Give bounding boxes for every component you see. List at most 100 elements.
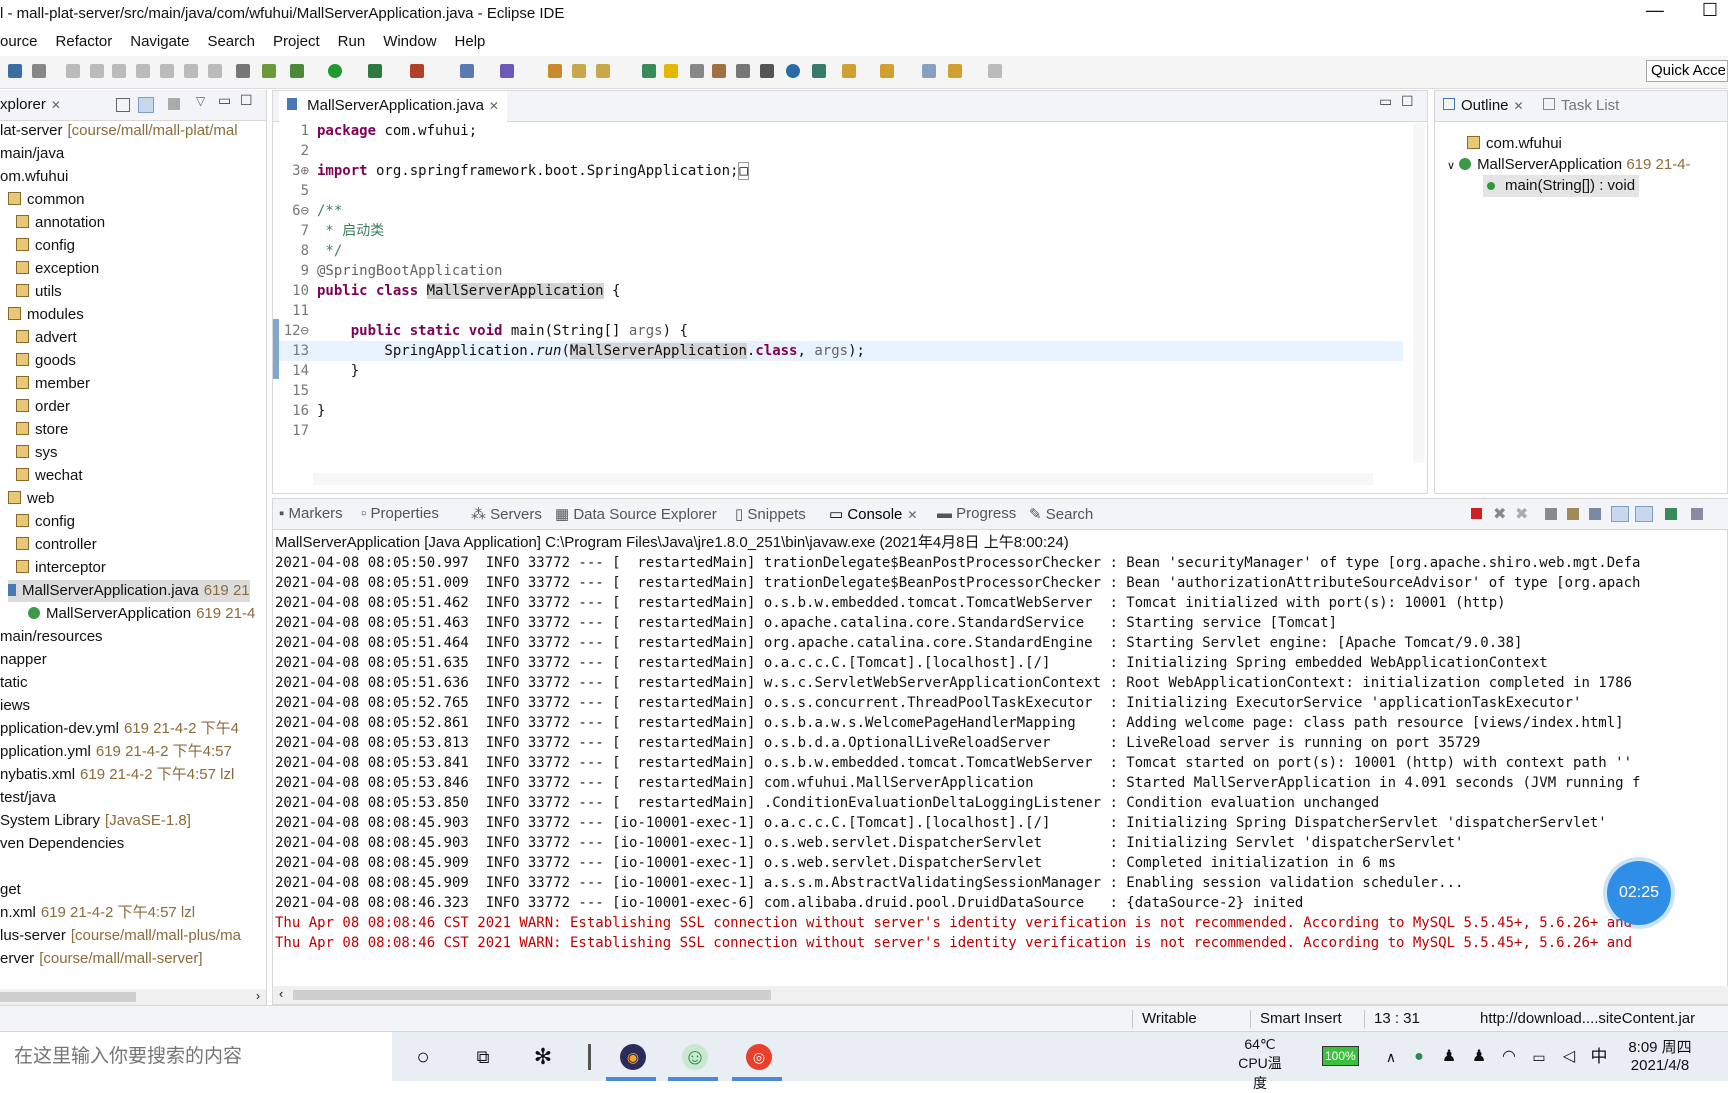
editor-vertical-scrollbar[interactable] bbox=[1413, 123, 1425, 463]
tree-item[interactable]: ven Dependencies bbox=[0, 833, 124, 855]
filter-icon[interactable] bbox=[168, 98, 180, 110]
tree-item[interactable]: store bbox=[16, 419, 68, 441]
new-java-project-icon[interactable] bbox=[460, 64, 474, 78]
minimize-icon[interactable]: ▭ bbox=[218, 92, 231, 109]
tree-item[interactable]: get bbox=[0, 879, 21, 901]
open-folder-icon[interactable] bbox=[572, 64, 586, 78]
step-into-icon[interactable] bbox=[160, 64, 174, 78]
volume-icon[interactable]: ◁ bbox=[1556, 1044, 1582, 1070]
step-return-icon[interactable] bbox=[208, 64, 222, 78]
tree-item[interactable]: goods bbox=[16, 350, 76, 372]
tree-item[interactable]: tatic bbox=[0, 672, 28, 694]
pin-console-icon[interactable] bbox=[1665, 508, 1677, 520]
tree-item[interactable]: modules bbox=[8, 304, 84, 326]
tree-item[interactable]: erver [course/mall/mall-server] bbox=[0, 948, 203, 970]
menu-refactor[interactable]: Refactor bbox=[56, 33, 113, 50]
chat-app-icon[interactable]: ☺ bbox=[682, 1044, 708, 1070]
qq-tray-icon[interactable]: ♟ bbox=[1436, 1044, 1462, 1070]
highlight-icon[interactable] bbox=[664, 64, 678, 78]
tree-item[interactable]: exception bbox=[16, 258, 99, 280]
tree-item[interactable]: common bbox=[8, 189, 85, 211]
battery-icon[interactable]: ▭ bbox=[1526, 1044, 1552, 1070]
word-wrap-icon[interactable] bbox=[1589, 508, 1601, 520]
outline-class[interactable]: ∨ MallServerApplication 619 21-4- bbox=[1447, 154, 1691, 176]
menu-navigate[interactable]: Navigate bbox=[130, 33, 189, 50]
battery-indicator[interactable]: 100% bbox=[1322, 1046, 1359, 1066]
download-status[interactable]: http://download....siteContent.jar bbox=[1480, 1010, 1695, 1027]
tab-data-source-explorer[interactable]: ▦ Data Source Explorer bbox=[555, 505, 717, 523]
cpu-temperature[interactable]: 64℃ CPU温度 bbox=[1232, 1036, 1288, 1093]
input-method-indicator[interactable]: 中 bbox=[1586, 1044, 1612, 1070]
terminate-icon[interactable] bbox=[1471, 508, 1482, 519]
tab-search[interactable]: ✎ Search bbox=[1029, 505, 1093, 523]
show-stdout-icon[interactable] bbox=[1611, 506, 1629, 522]
tree-item[interactable]: MallServerApplication.java 619 21 bbox=[8, 580, 250, 602]
menu-window[interactable]: Window bbox=[383, 33, 436, 50]
tree-item[interactable]: advert bbox=[16, 327, 77, 349]
tree-item[interactable]: main/resources bbox=[0, 626, 103, 648]
console-output[interactable]: 2021-04-08 08:05:50.997 INFO 33772 --- [… bbox=[275, 553, 1640, 953]
menu-search[interactable]: Search bbox=[207, 33, 255, 50]
cortana-icon[interactable]: ○ bbox=[410, 1044, 436, 1070]
tree-item[interactable]: napper bbox=[0, 649, 47, 671]
toggle-mark-occurrences-icon[interactable] bbox=[642, 64, 656, 78]
back-icon[interactable] bbox=[948, 64, 962, 78]
chevron-down-icon[interactable]: ∨ bbox=[1447, 160, 1455, 172]
save-icon[interactable] bbox=[8, 64, 22, 78]
external-tools-icon[interactable] bbox=[410, 64, 424, 78]
tree-item[interactable]: member bbox=[16, 373, 90, 395]
task-view-icon[interactable]: ⧉ bbox=[470, 1044, 496, 1070]
tree-item[interactable]: pplication.yml 619 21-4-2 下午4:57 bbox=[0, 741, 232, 763]
task-icon[interactable] bbox=[812, 64, 826, 78]
scroll-left-icon[interactable]: ‹ bbox=[279, 986, 283, 1001]
close-icon[interactable]: ✕ bbox=[51, 98, 61, 112]
maximize-icon[interactable]: ☐ bbox=[240, 92, 253, 109]
floating-timer[interactable]: 02:25 bbox=[1607, 861, 1671, 925]
close-icon[interactable]: ✕ bbox=[489, 99, 499, 113]
tree-item[interactable]: sys bbox=[16, 442, 58, 464]
tree-item[interactable]: n.xml 619 21-4-2 下午4:57 lzl bbox=[0, 902, 195, 924]
tree-item[interactable]: order bbox=[16, 396, 70, 418]
quick-access-input[interactable] bbox=[1646, 60, 1728, 82]
tab-progress[interactable]: ▬ Progress bbox=[937, 505, 1016, 522]
link-editor-icon[interactable] bbox=[138, 97, 154, 113]
last-edit-location-icon[interactable] bbox=[922, 64, 936, 78]
tree-item[interactable]: controller bbox=[16, 534, 97, 556]
menu-help[interactable]: Help bbox=[455, 33, 486, 50]
explorer-horizontal-scrollbar[interactable]: › bbox=[0, 989, 266, 1005]
run-icon[interactable] bbox=[328, 64, 342, 78]
use-step-filters-icon[interactable] bbox=[262, 64, 276, 78]
tree-item[interactable]: pplication-dev.yml 619 21-4-2 下午4 bbox=[0, 718, 239, 740]
show-stderr-icon[interactable] bbox=[1635, 506, 1653, 522]
outline-method[interactable]: main(String[]) : void bbox=[1483, 175, 1640, 197]
tree-item[interactable]: nybatis.xml 619 21-4-2 下午4:57 lzl bbox=[0, 764, 234, 786]
disconnect-icon[interactable] bbox=[136, 64, 150, 78]
tab-console[interactable]: ▭ Console ✕ bbox=[829, 505, 917, 523]
chevron-up-icon[interactable]: ∧ bbox=[1378, 1044, 1404, 1070]
editor-maximize-icon[interactable]: ☐ bbox=[1401, 93, 1414, 110]
tab-servers[interactable]: ⁂ Servers bbox=[471, 505, 542, 523]
tree-item[interactable]: MallServerApplication 619 21-4 bbox=[28, 603, 255, 625]
step-over-icon[interactable] bbox=[184, 64, 198, 78]
chrome-icon[interactable]: ◎ bbox=[746, 1044, 772, 1070]
suspend-icon[interactable] bbox=[90, 64, 104, 78]
search-icon[interactable] bbox=[596, 64, 610, 78]
menu-project[interactable]: Project bbox=[273, 33, 320, 50]
menu-source[interactable]: ource bbox=[0, 33, 38, 50]
tree-item[interactable]: iews bbox=[0, 695, 30, 717]
tree-item[interactable]: utils bbox=[16, 281, 62, 303]
tab-markers[interactable]: ▪ Markers bbox=[279, 505, 343, 522]
close-icon[interactable]: ✕ bbox=[907, 508, 917, 522]
wifi-icon[interactable]: ◠ bbox=[1496, 1044, 1522, 1070]
tree-item[interactable]: config bbox=[16, 511, 75, 533]
console-horizontal-scrollbar[interactable]: ‹ bbox=[273, 986, 1728, 1004]
close-icon[interactable]: ✕ bbox=[1514, 99, 1524, 113]
tab-outline[interactable]: Outline ✕ bbox=[1443, 97, 1524, 114]
scrollbar-thumb[interactable] bbox=[0, 992, 136, 1002]
scroll-right-icon[interactable]: › bbox=[256, 989, 260, 1003]
clear-console-icon[interactable] bbox=[1545, 508, 1557, 520]
minimize-button[interactable]: — bbox=[1646, 0, 1664, 21]
tree-item[interactable]: test/java bbox=[0, 787, 56, 809]
tree-item[interactable]: config bbox=[16, 235, 75, 257]
app-icon[interactable]: ✻ bbox=[530, 1044, 556, 1070]
